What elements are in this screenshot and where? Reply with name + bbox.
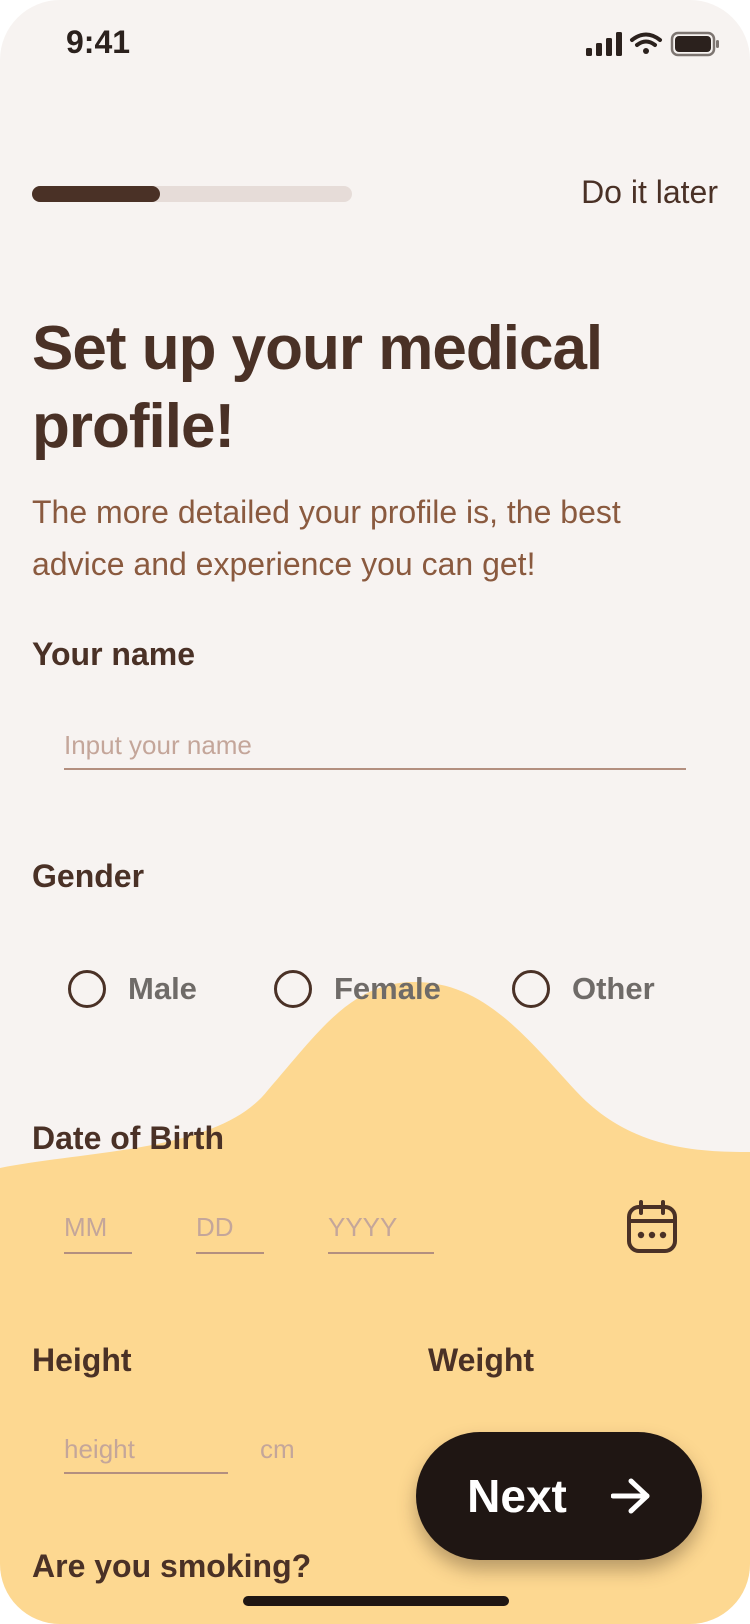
dob-year-placeholder: YYYY — [328, 1212, 398, 1242]
status-icons — [586, 31, 719, 57]
phone-screen: 9:41 Do it later Set up your medical pro… — [0, 0, 750, 1624]
page-subtitle: The more detailed your profile is, the b… — [32, 494, 621, 582]
height-label: Height — [32, 1342, 132, 1378]
next-button-label: Next — [467, 1470, 567, 1522]
page-title: Set up your medical profile! — [32, 314, 603, 461]
height-placeholder: height — [64, 1434, 135, 1464]
gender-label: Gender — [32, 858, 145, 894]
dob-month-placeholder: MM — [64, 1212, 108, 1242]
radio-other-label: Other — [572, 971, 655, 1006]
background-wave — [0, 981, 750, 1624]
wifi-icon — [630, 32, 662, 54]
radio-other[interactable] — [512, 970, 550, 1008]
radio-male-label: Male — [128, 971, 197, 1006]
gender-option-female[interactable]: Female — [274, 970, 441, 1008]
dob-day-input[interactable]: DD — [196, 1212, 264, 1254]
do-it-later-link[interactable]: Do it later — [560, 174, 718, 211]
smoking-label: Are you smoking? — [32, 1548, 312, 1584]
name-label: Your name — [32, 636, 195, 672]
radio-female-label: Female — [334, 971, 441, 1006]
home-indicator — [243, 1596, 509, 1606]
signal-icon — [586, 32, 622, 56]
name-placeholder: Input your name — [64, 730, 252, 760]
dob-day-placeholder: DD — [196, 1212, 234, 1242]
dob-label: Date of Birth — [32, 1120, 224, 1156]
status-time: 9:41 — [66, 24, 131, 60]
dob-month-input[interactable]: MM — [64, 1212, 132, 1254]
radio-male[interactable] — [68, 970, 106, 1008]
radio-female[interactable] — [274, 970, 312, 1008]
progress-fill — [32, 186, 160, 202]
arrow-right-icon — [610, 1478, 650, 1514]
name-input[interactable]: Input your name — [64, 730, 686, 770]
gender-option-male[interactable]: Male — [68, 970, 197, 1008]
gender-option-other[interactable]: Other — [512, 970, 655, 1008]
calendar-icon[interactable] — [626, 1200, 678, 1254]
dob-year-input[interactable]: YYYY — [328, 1212, 434, 1254]
height-unit: cm — [260, 1434, 295, 1464]
battery-icon — [670, 31, 719, 57]
height-input[interactable]: height — [64, 1434, 228, 1474]
weight-label: Weight — [428, 1342, 535, 1378]
next-button[interactable]: Next — [416, 1432, 702, 1560]
progress-bar — [32, 186, 352, 202]
